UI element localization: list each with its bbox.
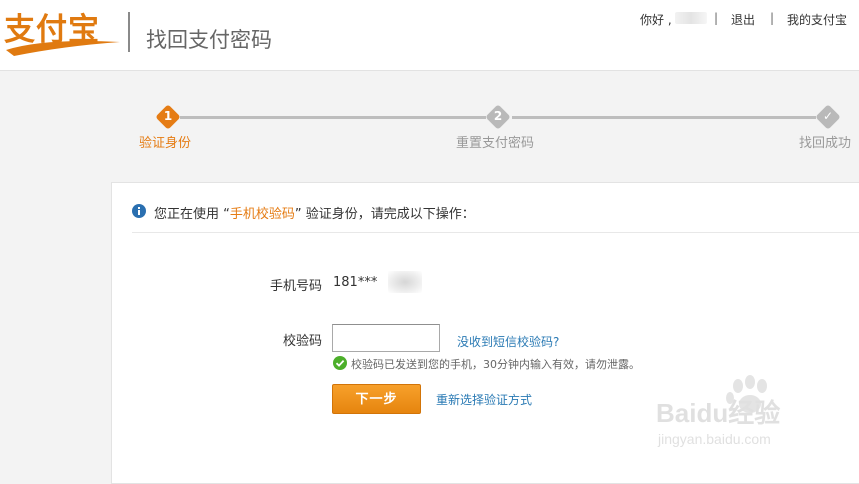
step-3-marker: ✓ [815,104,841,130]
phone-blurred [388,271,422,293]
step-number: 1 [163,109,173,123]
step-connector [180,116,486,119]
alipay-logo[interactable]: 支付宝 [4,10,122,56]
notice-prefix: 您正在使用 “ [154,207,230,222]
divider [132,232,859,233]
logo-swoosh-icon [6,41,120,56]
step-number: 2 [493,109,503,123]
verification-code-input[interactable] [332,324,440,352]
watermark-url: jingyan.baidu.com [657,431,771,447]
step-1-label: 验证身份 [139,136,192,151]
phone-value: 181*** [333,275,378,290]
greeting-text: 你好 , [640,13,672,27]
my-alipay-link[interactable]: 我的支付宝 [787,11,847,28]
notice-text: 您正在使用 “手机校验码” 验证身份，请完成以下操作： [154,203,475,222]
page-header: 支付宝 找回支付密码 你好 , | 退出 | 我的支付宝 [0,0,859,71]
page-title: 找回支付密码 [146,28,272,52]
watermark-brand: Baidu经验 [656,398,780,428]
step-2-label: 重置支付密码 [456,136,535,151]
check-circle-icon [333,356,347,370]
step-2-marker: 2 [485,104,511,130]
username-blurred [675,12,707,24]
next-step-button[interactable]: 下一步 [332,384,421,414]
phone-label: 手机号码 [269,279,322,294]
no-sms-link[interactable]: 没收到短信校验码? [457,333,559,350]
progress-steps: 1 验证身份 2 重置支付密码 ✓ 找回成功 [0,100,859,160]
notice-suffix: ” 验证身份，请完成以下操作： [294,207,475,222]
logout-link[interactable]: 退出 [731,11,755,28]
header-divider [128,12,130,52]
nav-separator: | [714,11,719,25]
checkmark-icon: ✓ [822,109,834,123]
step-3-label: 找回成功 [799,136,852,151]
reselect-method-link[interactable]: 重新选择验证方式 [436,391,532,408]
nav-separator: | [770,11,775,25]
code-label: 校验码 [282,334,322,349]
baidu-jingyan-watermark: Baidu经验 jingyan.baidu.com [656,375,780,447]
code-sent-text: 校验码已发送到您的手机，30分钟内输入有效，请勿泄露。 [351,358,640,371]
step-1-marker: 1 [155,104,181,130]
notice-method: 手机校验码 [229,207,295,222]
info-circle-icon [132,204,146,218]
step-connector [512,116,816,119]
